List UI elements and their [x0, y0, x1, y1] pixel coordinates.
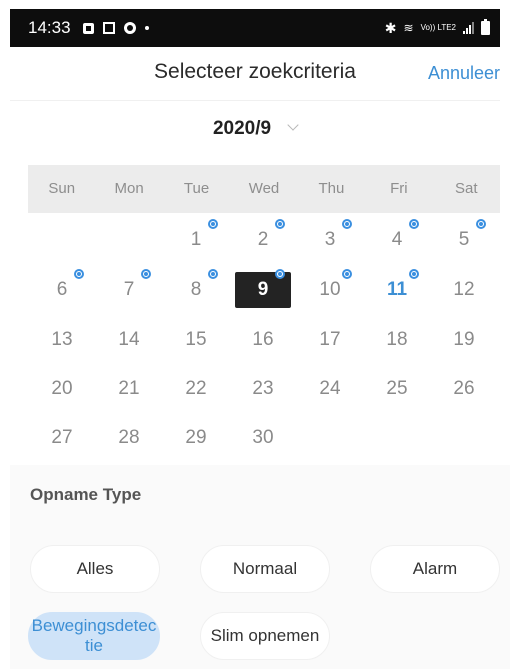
calendar-day[interactable]: 18 — [369, 322, 425, 358]
type-option-all[interactable]: Alles — [30, 545, 160, 593]
type-option-smart-recording[interactable]: Slim opnemen — [200, 612, 330, 660]
calendar-day[interactable]: 17 — [302, 322, 358, 358]
type-option-motion-detection[interactable]: Bewegingsdetec tie — [28, 612, 160, 660]
calendar-day[interactable]: 28 — [101, 420, 157, 456]
recording-indicator-icon — [342, 219, 352, 229]
wifi-icon: ≋ — [403, 21, 414, 35]
recording-indicator-icon — [476, 219, 486, 229]
recording-indicator-icon — [409, 219, 419, 229]
weekday-label: Tue — [183, 180, 210, 197]
lte-indicator: Vo)) LTE2 — [420, 23, 456, 32]
calendar-day[interactable]: 27 — [34, 420, 90, 456]
calendar-day[interactable]: 29 — [168, 420, 224, 456]
recording-indicator-icon — [409, 269, 419, 279]
weekday-label: Wed — [248, 180, 280, 197]
calendar-day[interactable]: 13 — [34, 322, 90, 358]
recording-type-title: Opname Type — [30, 485, 142, 504]
chevron-down-icon — [287, 119, 299, 131]
recording-indicator-icon — [275, 269, 285, 279]
status-time: 14:33 — [28, 18, 71, 37]
recording-indicator-icon — [208, 219, 218, 229]
bluetooth-icon: ✱ — [384, 19, 397, 36]
calendar-day[interactable]: 26 — [436, 371, 492, 407]
type-option-normal[interactable]: Normaal — [200, 545, 330, 593]
status-icons: ✱ ≋ Vo)) LTE2 — [384, 19, 490, 37]
more-notifications-icon — [144, 26, 149, 30]
recording-indicator-icon — [74, 269, 84, 279]
calendar-day[interactable]: 20 — [34, 371, 90, 407]
recording-indicator-icon — [275, 219, 285, 229]
weekday-label: Mon — [114, 180, 144, 197]
calendar-day[interactable]: 16 — [235, 322, 291, 358]
gallery-notification-icon — [82, 22, 94, 34]
page-title: Selecteer zoekcriteria — [154, 60, 356, 83]
calendar-notification-icon — [102, 22, 115, 34]
status-bar: 14:33 ✱ ≋ Vo)) LTE2 — [10, 9, 500, 47]
month-selector[interactable]: 2020/9 — [10, 118, 500, 140]
type-option-alarm[interactable]: Alarm — [370, 545, 500, 593]
weekday-label: Sat — [454, 180, 478, 197]
calendar-day[interactable]: 21 — [101, 371, 157, 407]
calendar-day[interactable]: 25 — [369, 371, 425, 407]
calendar-day[interactable]: 15 — [168, 322, 224, 358]
signal-icon — [463, 22, 474, 34]
weekday-label: Fri — [390, 180, 408, 197]
weekday-label: Sun — [48, 180, 76, 197]
calendar-day[interactable]: 24 — [302, 371, 358, 407]
calendar-day[interactable]: 23 — [235, 371, 291, 407]
weekday-label: Thu — [318, 180, 345, 197]
calendar-day[interactable]: 12 — [436, 272, 492, 308]
header-bar: Selecteer zoekcriteria Annuleer — [10, 47, 500, 101]
cancel-button[interactable]: Annuleer — [428, 63, 500, 84]
recording-indicator-icon — [208, 269, 218, 279]
calendar-day[interactable]: 22 — [168, 371, 224, 407]
recording-indicator-icon — [141, 269, 151, 279]
month-label: 2020/9 — [212, 118, 272, 139]
battery-icon — [481, 19, 490, 35]
calendar-day[interactable]: 30 — [235, 420, 291, 456]
calendar-day[interactable]: 19 — [436, 322, 492, 358]
recording-indicator-icon — [342, 269, 352, 279]
calendar-day[interactable]: 14 — [101, 322, 157, 358]
app-notification-icon — [123, 22, 136, 34]
weekday-header: Sun Mon Tue Wed Thu Fri Sat — [28, 165, 500, 213]
